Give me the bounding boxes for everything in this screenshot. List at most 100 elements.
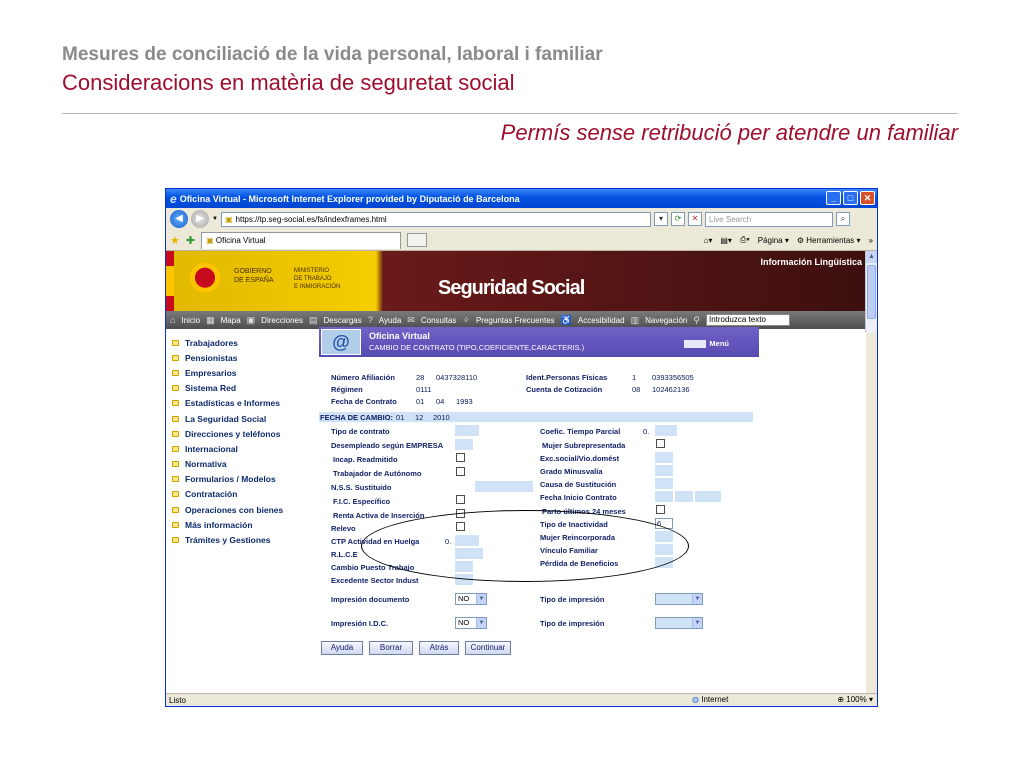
incap-readmitido-checkbox[interactable] [456,453,465,462]
scroll-up-icon[interactable]: ▲ [866,251,877,263]
tipo-impresion-select-2[interactable]: ▼ [655,617,703,629]
tools-menu[interactable]: ⚙ Herramientas ▾ [797,236,861,245]
fecha-inicio-day[interactable] [655,491,673,502]
tipo-impresion-select-1[interactable]: ▼ [655,593,703,605]
search-icon[interactable]: ⌕ [835,212,850,226]
url-dropdown-button[interactable]: ▾ [653,212,668,226]
fecha-inicio-year[interactable] [695,491,721,502]
fic-especifico-checkbox[interactable] [456,495,465,504]
menu-item-empresarios[interactable]: Empresarios [172,365,322,380]
search-icon: ⚲ [693,314,700,325]
window-controls: _ □ ✕ [826,191,875,205]
num-afiliacion-prov: 28 [416,373,425,382]
tipo-contrato-input[interactable] [455,425,479,436]
slide-divider [62,113,958,114]
forward-button[interactable]: ▶ [191,210,209,228]
impresion-documento-select[interactable]: NO ▼ [455,593,487,605]
print-icon[interactable]: ⎙▾ [740,235,750,245]
continuar-button[interactable]: Continuar [465,641,511,655]
minimize-button[interactable]: _ [826,191,841,205]
info-linguistica-link[interactable]: Información Lingüística [760,257,862,267]
exc-social-input[interactable] [655,452,673,463]
add-favorite-icon[interactable]: ✚ [186,234,195,247]
menu-item-pensionistas[interactable]: Pensionistas [172,350,322,365]
menu-item-sistema-red[interactable]: Sistema Red [172,381,322,396]
nss-sustituido-input[interactable] [475,481,533,492]
left-menu: Trabajadores Pensionistas Empresarios Si… [172,335,322,548]
url-input[interactable]: ▣ https://tp.seg-social.es/fs/indexframe… [220,211,651,227]
maximize-button[interactable]: □ [843,191,858,205]
exc-social-label: Exc.social/Vio.domést [540,454,620,463]
page-menu[interactable]: Página ▾ [758,236,789,245]
coefic-input[interactable] [655,425,677,436]
tab-label: Oficina Virtual [215,235,266,245]
back-button[interactable]: ◀ [170,210,188,228]
menu-item-contratacion[interactable]: Contratación [172,487,322,502]
folder-icon [172,491,179,498]
feeds-icon[interactable]: ▤▾ [720,236,732,245]
flag-stripe [166,251,174,311]
borrar-button[interactable]: Borrar [369,641,413,655]
menu-item-normativa[interactable]: Normativa [172,457,322,472]
causa-sustitucion-input[interactable] [655,478,673,489]
desempleado-input[interactable] [455,439,473,450]
atras-button[interactable]: Atrás [419,641,459,655]
browser-tab[interactable]: ▣ Oficina Virtual [201,231,402,249]
banner-scrollbar[interactable]: ▲ [865,251,877,333]
nav-navegacion[interactable]: Navegación [645,316,687,325]
cuenta-number: 102462136 [652,385,690,394]
parto-checkbox[interactable] [656,505,665,514]
refresh-button[interactable]: ⟳ [670,212,685,226]
history-dropdown-icon[interactable]: ▼ [212,216,218,222]
close-button[interactable]: ✕ [860,191,875,205]
nav-mapa[interactable]: Mapa [221,316,241,325]
menu-item-label: Contratación [185,489,238,500]
nav-accesibilidad[interactable]: Accesibilidad [578,316,625,325]
menu-item-direcciones[interactable]: Direcciones y teléfonos [172,426,322,441]
menu-item-tramites[interactable]: Trámites y Gestiones [172,532,322,547]
fecha-inicio-month[interactable] [675,491,693,502]
menu-item-formularios[interactable]: Formularios / Modelos [172,472,322,487]
fecha-cambio-label: FECHA DE CAMBIO: [320,413,394,422]
menu-link[interactable]: Menú [684,339,729,349]
window-title: Oficina Virtual - Microsoft Internet Exp… [179,193,520,204]
accessibility-icon: ♿ [560,314,572,325]
stop-button[interactable]: ✕ [687,212,702,226]
fecha-cambio-day[interactable]: 01 [396,413,404,422]
causa-sustitucion-label: Causa de Sustitución [540,480,617,489]
ayuda-button[interactable]: Ayuda [321,641,363,655]
nav-consultas[interactable]: Consultas [421,316,457,325]
coefic-label: Coefic. Tiempo Parcial [540,427,621,436]
grado-minusvalia-input[interactable] [655,465,673,476]
nav-search-input[interactable]: Introduzca texto [705,314,790,326]
nav-ayuda[interactable]: Ayuda [379,316,402,325]
menu-item-mas-informacion[interactable]: Más información [172,517,322,532]
favorites-star-icon[interactable]: ★ [170,234,180,247]
menu-item-internacional[interactable]: Internacional [172,441,322,456]
folder-icon [172,445,179,452]
nav-inicio[interactable]: Inicio [181,316,200,325]
seguridad-social-title: Seguridad Social [438,277,585,299]
nav-direcciones[interactable]: Direcciones [261,316,303,325]
menu-item-estadisticas[interactable]: Estadísticas e Informes [172,396,322,411]
ie-icon: e [170,191,177,206]
scroll-thumb[interactable] [867,265,876,319]
fecha-cambio-month[interactable]: 12 [415,413,423,422]
chevron-right-icon[interactable]: » [869,236,873,245]
impresion-idc-select[interactable]: NO ▼ [455,617,487,629]
menu-item-operaciones[interactable]: Operaciones con bienes [172,502,322,517]
live-search-input[interactable]: Live Search [704,211,833,227]
home-icon[interactable]: ⌂▾ [704,236,713,245]
new-tab-button[interactable] [407,233,428,247]
trabajador-autonomo-checkbox[interactable] [456,467,465,476]
gobierno-text: GOBIERNO DE ESPAÑA [234,267,274,285]
zoom-control[interactable]: ⊕ 100% ▾ [837,695,873,704]
nav-descargas[interactable]: Descargas [323,316,361,325]
menu-item-label: Estadísticas e Informes [185,398,280,409]
menu-item-trabajadores[interactable]: Trabajadores [172,335,322,350]
mujer-subrepresentada-checkbox[interactable] [656,439,665,448]
nav-preguntas[interactable]: Preguntas Frecuentes [476,316,555,325]
fecha-cambio-year[interactable]: 2010 [433,413,450,422]
menu-item-label: Normativa [185,459,227,470]
menu-item-la-seguridad-social[interactable]: La Seguridad Social [172,411,322,426]
